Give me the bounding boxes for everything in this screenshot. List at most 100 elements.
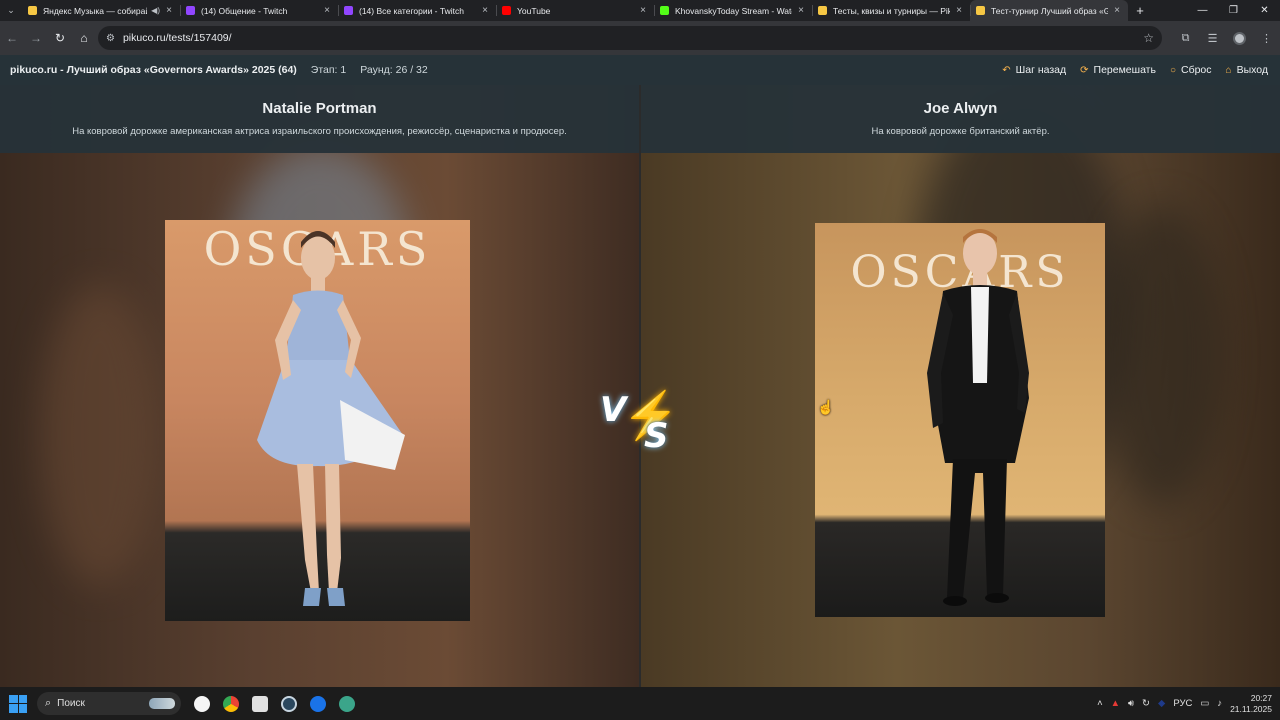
network-icon[interactable]: ▭ xyxy=(1200,698,1209,709)
warning-icon[interactable]: ▲ xyxy=(1111,698,1120,709)
search-icon: ⌕ xyxy=(45,697,52,709)
window-controls: — ❐ ✕ xyxy=(1187,0,1280,21)
tab-favicon-icon xyxy=(818,6,827,15)
new-tab-button[interactable]: + xyxy=(1128,3,1152,18)
reload-icon[interactable]: ↻ xyxy=(48,26,72,50)
stage-label: Этап: 1 xyxy=(310,64,347,76)
clock-time: 20:27 xyxy=(1250,692,1272,703)
tab-search-icon[interactable]: ⌄ xyxy=(0,0,22,21)
tab-title: (14) Все категории - Twitch xyxy=(359,5,464,16)
close-window-icon[interactable]: ✕ xyxy=(1249,0,1280,21)
contestant-right-description: На ковровой дорожке британский актёр. xyxy=(871,126,1050,137)
contestant-left-description: На ковровой дорожке американская актриса… xyxy=(72,126,567,137)
volume-icon[interactable]: 🔊︎ xyxy=(1128,698,1134,709)
site-info-icon[interactable]: ⚙ xyxy=(106,33,115,44)
tab-close-icon[interactable]: × xyxy=(480,5,490,16)
back-arrow-icon[interactable]: ← xyxy=(0,26,24,50)
step-back-button[interactable]: ↶ Шаг назад xyxy=(1002,64,1066,76)
profile-avatar[interactable] xyxy=(1226,31,1253,45)
browser-tab[interactable]: Тест-турнир Лучший образ «Governors × xyxy=(970,0,1128,21)
browser-menu-icon[interactable]: ⋮ xyxy=(1253,32,1280,45)
contestant-left-photo[interactable]: OSCARS xyxy=(165,220,470,621)
step-back-label: Шаг назад xyxy=(1015,64,1067,76)
restore-icon[interactable]: ❐ xyxy=(1218,0,1249,21)
contest-arena: Natalie Portman На ковровой дорожке амер… xyxy=(0,85,1280,687)
steam-icon[interactable] xyxy=(274,689,303,718)
taskbar-search-label: Поиск xyxy=(57,698,85,709)
minimize-icon[interactable]: — xyxy=(1187,0,1218,21)
browser-tab[interactable]: Яндекс Музыка — собирайте ◀) × xyxy=(22,0,180,21)
tab-close-icon[interactable]: × xyxy=(954,5,964,16)
tab-close-icon[interactable]: × xyxy=(638,5,648,16)
tab-favicon-icon xyxy=(28,6,37,15)
hand-cursor-icon: ☝ xyxy=(817,399,835,415)
search-highlight-image xyxy=(149,698,175,709)
browser-tab[interactable]: KhovanskyToday Stream - Watch × xyxy=(654,0,812,21)
forward-arrow-icon[interactable]: → xyxy=(24,26,48,50)
tab-title: KhovanskyToday Stream - Watch xyxy=(675,5,792,16)
messenger-icon[interactable] xyxy=(303,689,332,718)
language-indicator[interactable]: РУС xyxy=(1173,698,1192,709)
tray-expand-icon[interactable]: ˄ xyxy=(1097,698,1103,709)
yandex-browser-icon[interactable] xyxy=(187,689,216,718)
shuffle-icon: ⟳ xyxy=(1080,64,1089,76)
contestant-left-caption: Natalie Portman На ковровой дорожке амер… xyxy=(0,85,639,153)
contestant-left[interactable]: Natalie Portman На ковровой дорожке амер… xyxy=(0,85,639,687)
undo-icon: ↶ xyxy=(1002,64,1011,76)
background-blur xyxy=(1101,205,1221,505)
tab-groups-icon[interactable]: ☰ xyxy=(1199,32,1226,45)
url-text[interactable]: pikuco.ru/tests/157409/ xyxy=(123,32,232,44)
app-icon[interactable] xyxy=(245,689,274,718)
tab-title: YouTube xyxy=(517,5,551,16)
tab-favicon-icon xyxy=(976,6,985,15)
windows-taskbar: ⌕ Поиск ˄ ▲ 🔊︎ ↻ ◆ РУС ▭ ♪ 20:27 21.11.2… xyxy=(0,687,1280,720)
tab-title: Яндекс Музыка — собирайте xyxy=(43,5,148,16)
contestant-left-figure xyxy=(257,231,405,606)
tab-close-icon[interactable]: × xyxy=(796,5,806,16)
taskbar-search[interactable]: ⌕ Поиск xyxy=(37,692,181,715)
tab-close-icon[interactable]: × xyxy=(164,5,174,16)
reset-button[interactable]: ○ Сброс xyxy=(1170,64,1212,76)
browser-toolbar: ← → ↻ ⌂ ⚙ pikuco.ru/tests/157409/ ☆ ⧉ ☰ … xyxy=(0,21,1280,55)
shuffle-label: Перемешать xyxy=(1093,64,1156,76)
chrome-icon[interactable] xyxy=(216,689,245,718)
exit-label: Выход xyxy=(1236,64,1268,76)
shield-icon[interactable]: ◆ xyxy=(1158,698,1165,709)
contestant-left-name: Natalie Portman xyxy=(262,100,377,117)
tab-title: Тесты, квизы и турниры — Pikuco xyxy=(833,5,950,16)
browser-tab[interactable]: Тесты, квизы и турниры — Pikuco × xyxy=(812,0,970,21)
bookmark-star-icon[interactable]: ☆ xyxy=(1143,31,1154,45)
windows-start-icon[interactable] xyxy=(9,694,27,713)
round-label: Раунд: 26 / 32 xyxy=(360,64,428,76)
globe-icon[interactable] xyxy=(332,689,361,718)
browser-tab[interactable]: YouTube × xyxy=(496,0,654,21)
speaker-icon[interactable]: ♪ xyxy=(1217,698,1222,709)
versus-s: S xyxy=(644,416,669,456)
contestant-right-caption: Joe Alwyn На ковровой дорожке британский… xyxy=(641,85,1280,153)
exit-button[interactable]: ⌂ Выход xyxy=(1226,64,1268,76)
browser-tab[interactable]: (14) Общение - Twitch × xyxy=(180,0,338,21)
tab-close-icon[interactable]: × xyxy=(322,5,332,16)
tab-audio-icon[interactable]: ◀) xyxy=(151,6,160,15)
extensions-icon[interactable]: ⧉ xyxy=(1172,32,1199,45)
tab-favicon-icon xyxy=(502,6,511,15)
versus-badge: V ⚡ S xyxy=(600,386,679,458)
sync-icon[interactable]: ↻ xyxy=(1142,698,1150,709)
tab-title: Тест-турнир Лучший образ «Governors xyxy=(991,5,1108,16)
address-bar[interactable]: ⚙ pikuco.ru/tests/157409/ ☆ xyxy=(98,26,1162,50)
contestant-right-photo[interactable]: OSCARS xyxy=(815,223,1105,617)
tab-close-icon[interactable]: × xyxy=(1112,5,1122,16)
site-header: pikuco.ru - Лучший образ «Governors Awar… xyxy=(0,55,1280,85)
home-icon[interactable]: ⌂ xyxy=(72,26,96,50)
reset-label: Сброс xyxy=(1181,64,1212,76)
system-tray: ˄ ▲ 🔊︎ ↻ ◆ РУС ▭ ♪ 20:27 21.11.2025 xyxy=(1097,687,1272,720)
clock[interactable]: 20:27 21.11.2025 xyxy=(1230,693,1272,715)
contestant-right[interactable]: Joe Alwyn На ковровой дорожке британский… xyxy=(641,85,1280,687)
tab-title: (14) Общение - Twitch xyxy=(201,5,288,16)
page-title: pikuco.ru - Лучший образ «Governors Awar… xyxy=(10,64,297,76)
reset-icon: ○ xyxy=(1169,64,1176,76)
tab-favicon-icon xyxy=(660,6,669,15)
shuffle-button[interactable]: ⟳ Перемешать xyxy=(1080,64,1156,76)
clock-date: 21.11.2025 xyxy=(1230,703,1272,714)
browser-tab[interactable]: (14) Все категории - Twitch × xyxy=(338,0,496,21)
